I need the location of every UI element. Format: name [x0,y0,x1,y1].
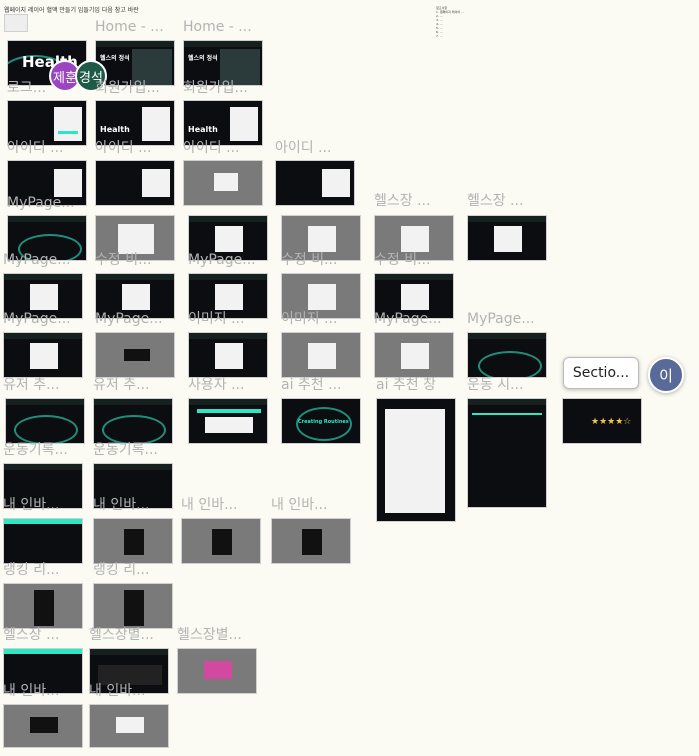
frame-label[interactable]: 유저 추... [93,377,149,393]
frame-label[interactable]: ai 추천 ... [281,377,341,393]
ai-routine-title: Creating Routines [298,419,349,425]
frame-label[interactable]: 운동 시... [467,377,523,393]
frame-label[interactable]: MyPage... [3,252,71,268]
collaborator-avatar[interactable]: 이 [648,357,684,393]
frame-label[interactable]: 내 인바... [93,497,149,513]
frame-label[interactable]: 이미지 ... [188,311,244,327]
brand-small: Health [188,125,218,134]
frame-image[interactable] [188,332,268,378]
frame-label[interactable]: 아이디 ... [7,140,63,156]
frame-find-id[interactable] [95,160,175,206]
frame-user-list[interactable] [188,398,268,444]
frame-label[interactable]: 운동기록... [3,442,68,458]
frame-label[interactable]: Home - ... [183,19,252,35]
frame-ranking[interactable] [3,583,83,629]
top-note: 웹페이지 레이어 혈액 만들기 임들기임 다음 참고 바란 [4,7,139,14]
frame-gym-by[interactable] [177,648,257,694]
frame-label[interactable]: 수정 비... [374,252,430,268]
frame-label[interactable]: 이미지 ... [281,311,337,327]
frame-label[interactable]: MyPage... [3,311,71,327]
frame-inbody[interactable] [89,704,169,748]
frame-label[interactable]: MyPage... [188,252,256,268]
frame-exercise[interactable] [467,398,547,508]
frame-label[interactable]: 내 인바... [89,683,145,699]
frame-label[interactable]: 랭킹 리... [3,562,59,578]
frame-label[interactable]: 운동기록... [93,442,158,458]
section-chip[interactable]: Sectio... [563,357,639,389]
top-left-mini-frame[interactable] [4,14,28,32]
frame-label[interactable]: 유저 추... [3,377,59,393]
frame-label[interactable]: 헬스장 ... [467,193,523,209]
frame-label[interactable]: MyPage... [95,311,163,327]
frame-inbody[interactable] [271,518,351,564]
avatar-initials: 제훈 [53,70,77,86]
frame-label[interactable]: 사용자 ... [188,377,244,393]
frame-label[interactable]: 회원가입... [183,80,248,96]
frame-rating[interactable]: ★★★★☆ [562,398,642,444]
frame-label[interactable]: 헬스장별... [89,627,154,643]
frame-ai-routine[interactable]: Creating Routines [281,398,361,444]
frame-label[interactable]: 수정 비... [281,252,337,268]
frame-label[interactable]: MyPage... [467,311,535,327]
frame-label[interactable]: ai 추천 창 [376,377,436,393]
frame-mypage[interactable] [3,332,83,378]
frame-label[interactable]: 수정 비... [95,252,151,268]
frame-label[interactable]: 내 인바... [3,683,59,699]
frame-label[interactable]: Home - ... [95,19,164,35]
frame-ai-window[interactable] [376,398,456,522]
frame-inbody[interactable] [93,518,173,564]
brand-small: Health [100,125,130,134]
frame-mypage[interactable] [467,332,547,378]
frame-label[interactable]: 회원가입... [95,80,160,96]
frame-inbody[interactable] [181,518,261,564]
frame-find-id[interactable] [183,160,263,206]
frame-inbody[interactable] [3,518,83,564]
avatar-initials: 이 [659,366,673,385]
frame-label[interactable]: MyPage... [7,195,75,211]
frame-mypage[interactable] [374,332,454,378]
frame-label[interactable]: 내 인바... [181,497,237,513]
frame-inbody[interactable] [3,704,83,748]
frame-label[interactable]: 아이디 ... [275,140,331,156]
frame-label[interactable]: 헬스장 ... [374,193,430,209]
frame-ranking[interactable] [93,583,173,629]
frame-label[interactable]: 로그... [7,80,46,96]
frame-label[interactable]: 아이디 ... [183,140,239,156]
frame-label[interactable]: MyPage... [374,311,442,327]
frame-find-id[interactable] [275,160,355,206]
star-rating: ★★★★☆ [591,417,632,427]
frame-label[interactable]: 헬스장 ... [3,627,59,643]
frame-label[interactable]: 헬스장별... [177,627,242,643]
frame-label[interactable]: 랭킹 리... [93,562,149,578]
frame-label[interactable]: 아이디 ... [95,140,151,156]
frame-user-recommend[interactable] [5,398,85,444]
notes-line: 7. ... [436,34,443,38]
frame-mypage[interactable] [95,332,175,378]
frame-label[interactable]: 내 인바... [271,497,327,513]
frame-image[interactable] [281,332,361,378]
frame-gym[interactable] [467,215,547,261]
notes-block: 참고사항 1. 웹페이지 레이어 ... 2. ... 3. ... 4. ..… [436,6,566,58]
frame-label[interactable]: 내 인바... [3,497,59,513]
frame-user-recommend[interactable] [93,398,173,444]
